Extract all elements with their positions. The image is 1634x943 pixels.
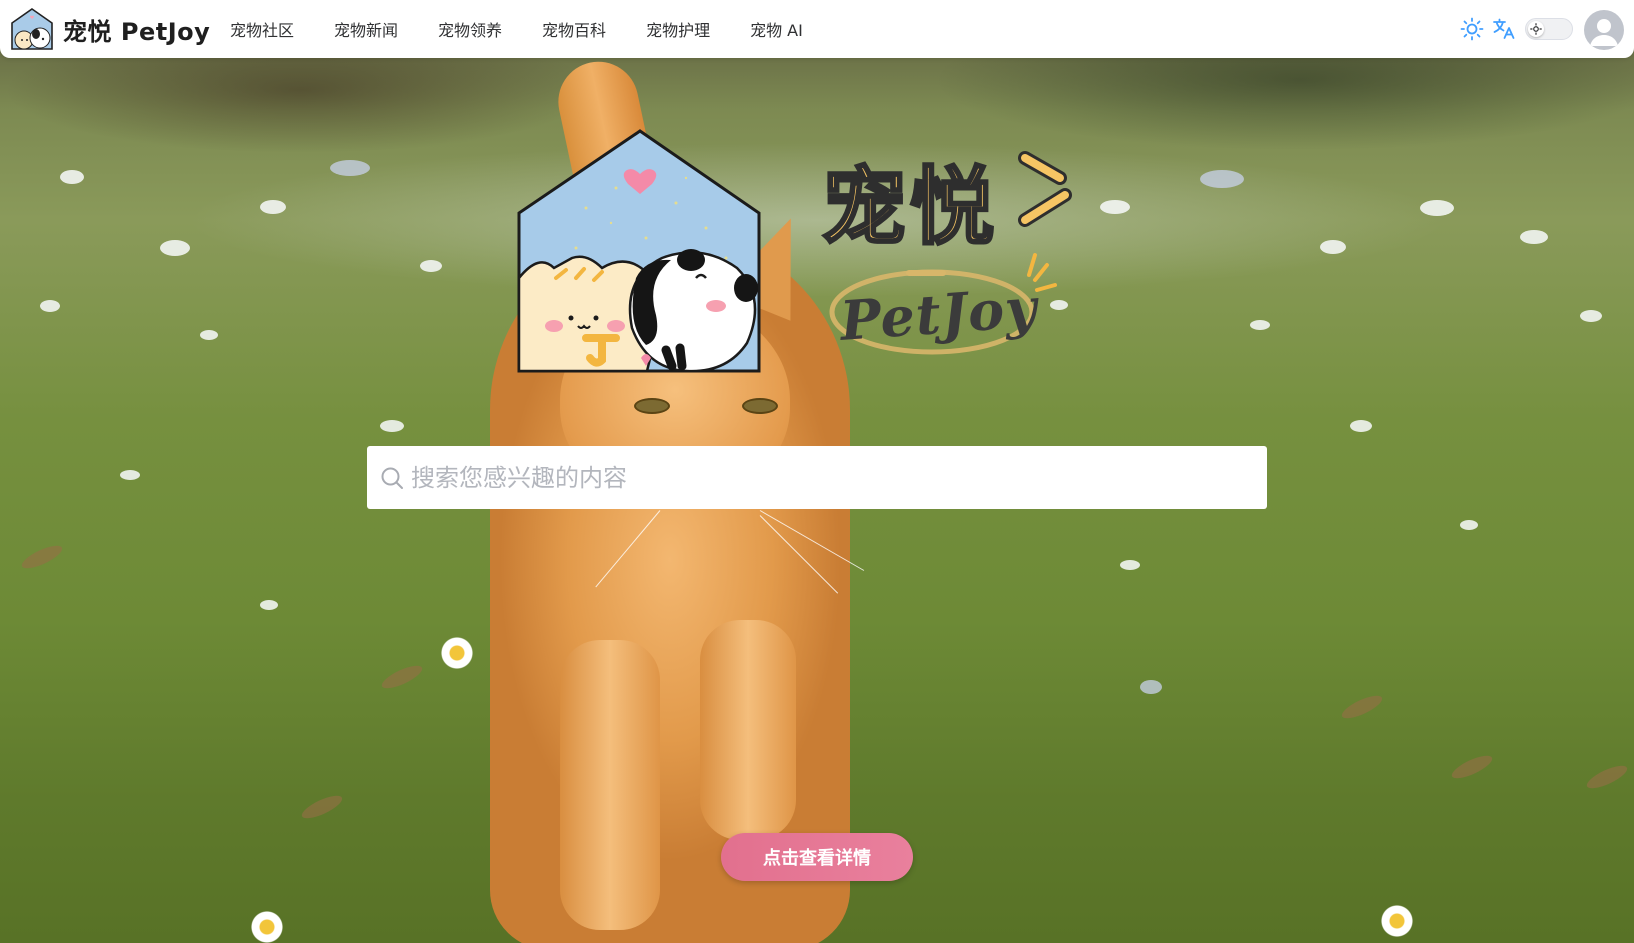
fallen-leaf	[379, 661, 425, 693]
translate-icon[interactable]	[1492, 17, 1516, 41]
field-flower	[330, 160, 370, 176]
hero-house-logo	[517, 129, 761, 373]
search-input[interactable]	[405, 446, 1267, 509]
field-flower	[1460, 520, 1478, 530]
fallen-leaf	[299, 791, 345, 823]
field-flower	[120, 470, 140, 480]
fallen-leaf	[19, 541, 65, 573]
field-flower	[1120, 560, 1140, 570]
nav-news[interactable]: 宠物新闻	[334, 17, 398, 41]
field-flower	[1200, 170, 1244, 188]
nav-ai[interactable]: 宠物 AI	[750, 17, 803, 41]
field-flower	[260, 200, 286, 214]
user-avatar[interactable]	[1584, 10, 1624, 50]
field-flower	[40, 300, 60, 312]
theme-toggle[interactable]	[1525, 18, 1573, 40]
fallen-leaf	[1339, 691, 1385, 723]
field-flower	[1520, 230, 1548, 244]
field-flower	[200, 330, 218, 340]
background-haze	[0, 120, 1634, 320]
petjoy-logo-icon	[11, 8, 53, 50]
sun-icon[interactable]	[1460, 17, 1484, 41]
field-flower	[260, 600, 278, 610]
field-flower	[1250, 320, 1270, 330]
field-flower	[1320, 240, 1346, 254]
field-flower	[60, 170, 84, 184]
hero-title: 宠悦	[820, 157, 999, 258]
nav-encyclopedia[interactable]: 宠物百科	[542, 17, 606, 41]
field-flower	[160, 240, 190, 256]
daisy	[1380, 904, 1414, 938]
field-flower	[1140, 680, 1162, 694]
fallen-leaf	[1449, 751, 1495, 783]
view-details-button[interactable]: 点击查看详情	[721, 833, 913, 881]
nav-care[interactable]: 宠物护理	[646, 17, 710, 41]
daisy	[440, 636, 474, 670]
field-flower	[380, 420, 404, 432]
brand[interactable]: 宠悦 PetJoy	[10, 7, 210, 51]
user-icon	[1590, 19, 1618, 46]
cat-leg	[700, 620, 796, 840]
fallen-leaf	[1584, 761, 1630, 793]
cat-eye	[742, 398, 778, 414]
top-navbar: 宠悦 PetJoy 宠物社区 宠物新闻 宠物领养 宠物百科 宠物护理 宠物 AI	[0, 0, 1634, 58]
cat-eye	[634, 398, 670, 414]
field-flower	[420, 260, 442, 272]
daisy	[250, 910, 284, 943]
search-icon	[381, 467, 403, 489]
nav-adoption[interactable]: 宠物领养	[438, 17, 502, 41]
search-bar	[367, 446, 1267, 509]
sun-small-icon	[1530, 23, 1542, 35]
brand-name: 宠悦 PetJoy	[63, 17, 211, 46]
field-flower	[1420, 200, 1454, 216]
main-nav: 宠物社区 宠物新闻 宠物领养 宠物百科 宠物护理 宠物 AI	[230, 0, 843, 58]
cat-leg	[560, 640, 660, 930]
field-flower	[1580, 310, 1602, 322]
theme-toggle-knob	[1528, 21, 1544, 37]
nav-community[interactable]: 宠物社区	[230, 17, 294, 41]
field-flower	[1350, 420, 1372, 432]
